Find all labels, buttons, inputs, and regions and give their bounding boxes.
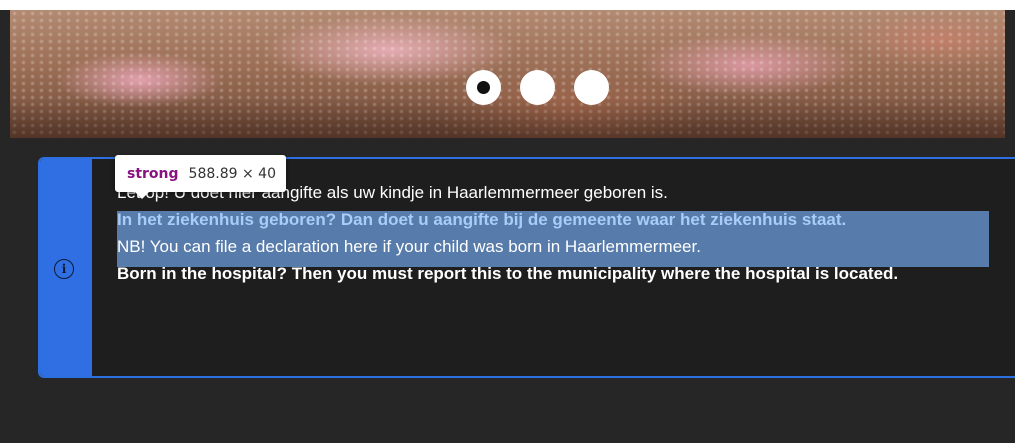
carousel-dots — [466, 70, 609, 105]
notice-strong-en: Born in the hospital? Then you must repo… — [117, 264, 899, 283]
notice-accent-bar: i — [40, 159, 92, 376]
notice-line-en-intro: NB! You can file a declaration here if y… — [117, 237, 701, 256]
notice-text: Let op! U doet hier aangifte als uw kind… — [117, 179, 997, 287]
hero-image — [10, 10, 1005, 138]
notice-strong-nl: In het ziekenhuis geboren? Dan doet u aa… — [117, 210, 847, 229]
active-dot-indicator — [477, 81, 490, 94]
carousel-dot-3[interactable] — [574, 70, 609, 105]
carousel-dot-1[interactable] — [466, 70, 501, 105]
devtools-inspect-tooltip: strong 588.89 × 40 — [115, 155, 286, 199]
tooltip-dimensions: 588.89 × 40 — [188, 165, 276, 182]
tooltip-tag-name: strong — [127, 165, 179, 182]
info-icon: i — [54, 259, 74, 279]
carousel-dot-2[interactable] — [520, 70, 555, 105]
top-strip — [0, 0, 1015, 10]
